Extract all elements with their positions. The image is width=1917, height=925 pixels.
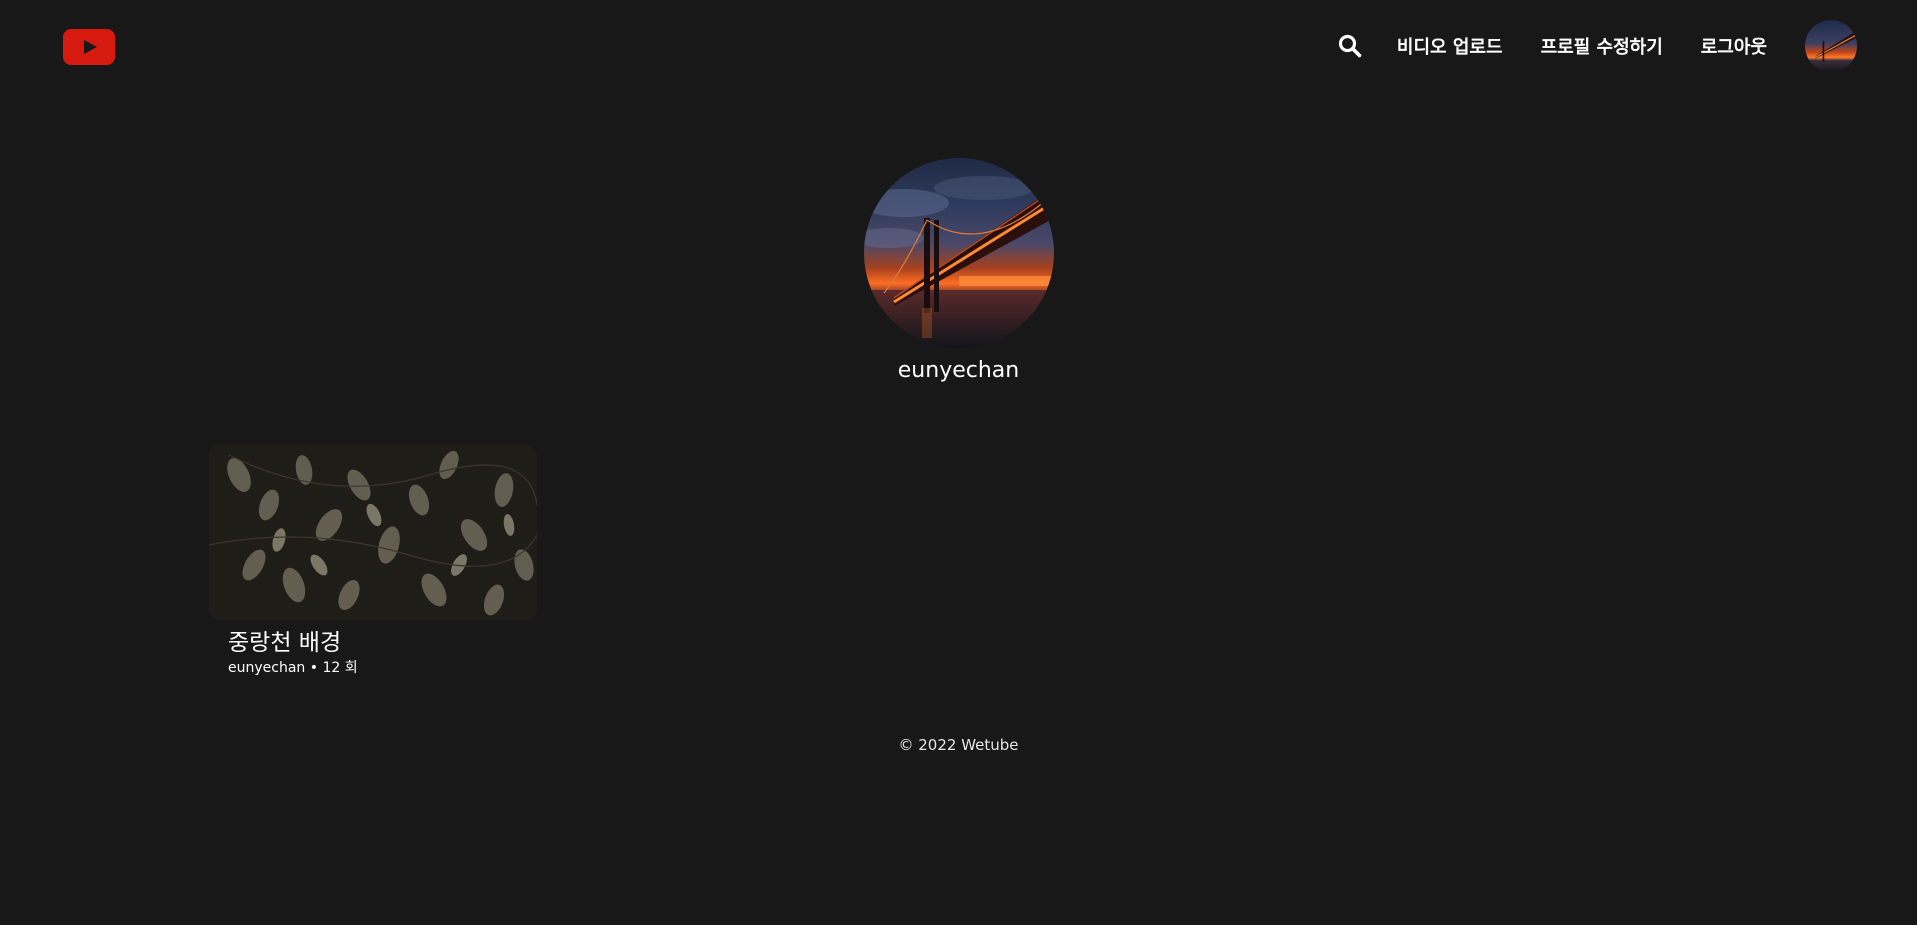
video-owner[interactable]: eunyechan — [228, 660, 305, 676]
header-nav: 비디오 업로드 프로필 수정하기 로그아웃 — [1337, 18, 1857, 74]
footer-copyright: © 2022 Wetube — [898, 736, 1019, 754]
site-header: 비디오 업로드 프로필 수정하기 로그아웃 — [0, 0, 1917, 94]
meta-separator: • — [305, 660, 323, 676]
video-title[interactable]: 중랑천 배경 — [228, 628, 537, 658]
video-views: 12 회 — [322, 660, 358, 676]
video-meta: eunyechan • 12 회 — [228, 658, 537, 678]
search-icon[interactable] — [1337, 33, 1363, 59]
logout-link[interactable]: 로그아웃 — [1701, 33, 1767, 59]
profile-avatar — [863, 158, 1054, 348]
profile-username: eunyechan — [897, 358, 1020, 383]
edit-profile-link[interactable]: 프로필 수정하기 — [1541, 33, 1663, 59]
upload-video-link[interactable]: 비디오 업로드 — [1397, 33, 1503, 59]
play-icon — [84, 40, 97, 54]
video-card[interactable]: 중랑천 배경 eunyechan • 12 회 — [209, 445, 537, 678]
youtube-logo-icon[interactable] — [63, 29, 115, 65]
video-thumbnail[interactable] — [209, 445, 537, 620]
profile-section: eunyechan — [0, 158, 1917, 383]
video-info: 중랑천 배경 eunyechan • 12 회 — [209, 628, 537, 678]
user-avatar[interactable] — [1805, 20, 1857, 72]
